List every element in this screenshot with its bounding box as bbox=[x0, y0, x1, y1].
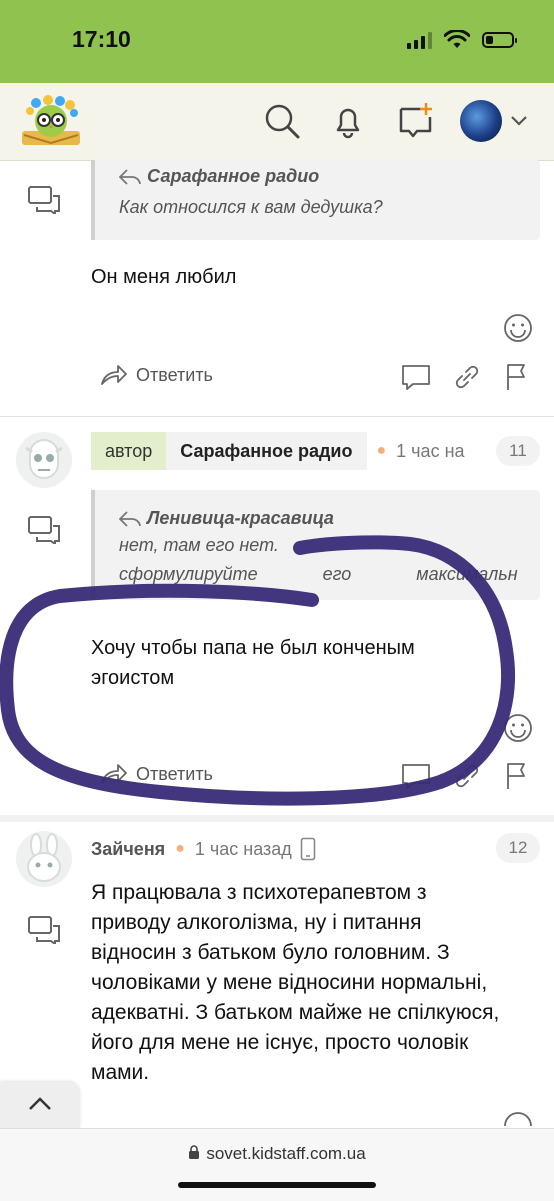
separator-dot: ● bbox=[376, 442, 387, 459]
comment-icon bbox=[28, 916, 60, 944]
bell-icon[interactable] bbox=[328, 101, 368, 141]
emoji-reaction-icon[interactable] bbox=[503, 713, 533, 743]
comment-bubble-icon[interactable] bbox=[401, 761, 431, 791]
comment-text-line: чоловіками у мене відносини нормальні, bbox=[91, 971, 488, 994]
comment-time: 1 час назад bbox=[194, 838, 292, 859]
divider bbox=[0, 416, 554, 417]
bunny-avatar-icon bbox=[18, 833, 70, 885]
emoji-reaction-icon[interactable] bbox=[503, 1106, 533, 1128]
quote-author-name: Сарафанное радио bbox=[147, 166, 320, 186]
quote-block: Ленивица-красавица нет, там его нет. сфо… bbox=[91, 490, 540, 600]
status-time: 17:10 bbox=[72, 26, 131, 52]
comment-text-line: його для мене не існує, просто чоловік bbox=[91, 1031, 469, 1054]
quote-line-2: сформулируйте его максимальн bbox=[119, 564, 518, 584]
comment-text: Он меня любил bbox=[91, 266, 237, 288]
battery-fill bbox=[486, 36, 494, 44]
reply-icon bbox=[101, 764, 127, 784]
wifi-icon bbox=[444, 30, 470, 48]
browser-url-bar[interactable]: sovet.kidstaff.com.ua bbox=[0, 1128, 554, 1201]
chevron-up-icon bbox=[29, 1097, 51, 1110]
separator-dot: ● bbox=[175, 840, 185, 857]
comment-meta: автор Сарафанное радио ● 1 час на bbox=[91, 432, 465, 470]
author-tag: автор bbox=[91, 432, 167, 470]
reply-label: Ответить bbox=[136, 763, 213, 784]
reply-arrow-icon bbox=[119, 168, 141, 185]
kidstaff-logo[interactable] bbox=[18, 91, 84, 151]
comment-text-line: адекватні. З батьком майже не спілкуюся, bbox=[91, 1001, 500, 1024]
link-icon[interactable] bbox=[452, 761, 482, 791]
quote-line-1: нет, там его нет. bbox=[119, 535, 279, 555]
comment-icon bbox=[28, 186, 60, 214]
comment-text: Я працювала з психотерапевтом з приводу … bbox=[91, 878, 541, 1088]
comment-icon bbox=[28, 516, 60, 544]
avatar[interactable] bbox=[460, 100, 502, 142]
comment-text-line-2: эгоистом bbox=[91, 667, 175, 689]
url-text: sovet.kidstaff.com.ua bbox=[206, 1144, 366, 1163]
report-flag-icon[interactable] bbox=[503, 761, 533, 791]
reply-icon bbox=[101, 365, 127, 385]
default-avatar-icon bbox=[18, 434, 70, 486]
status-icons bbox=[407, 30, 517, 50]
scroll-to-top-button[interactable] bbox=[0, 1082, 80, 1128]
quote-block: Сарафанное радио Как относился к вам дед… bbox=[91, 160, 540, 240]
comment-number-badge[interactable]: 11 bbox=[496, 436, 540, 466]
reply-label: Ответить bbox=[136, 364, 213, 385]
comment-meta: Зайченя ● 1 час назад bbox=[91, 830, 316, 868]
link-icon[interactable] bbox=[452, 362, 482, 392]
mobile-device-icon bbox=[300, 837, 316, 861]
comment-number-badge[interactable]: 12 bbox=[496, 833, 540, 863]
quote-author-name: Ленивица-красавица bbox=[147, 508, 334, 528]
lock-icon bbox=[189, 1145, 200, 1159]
quote-author[interactable]: Сарафанное радио bbox=[119, 166, 526, 187]
battery-icon bbox=[482, 32, 517, 48]
avatar[interactable] bbox=[16, 831, 72, 887]
emoji-reaction-icon[interactable] bbox=[503, 313, 533, 343]
user-name[interactable]: Зайченя bbox=[91, 839, 165, 860]
search-icon[interactable] bbox=[262, 101, 302, 141]
signal-icon bbox=[407, 31, 432, 49]
reply-button[interactable]: Ответить bbox=[100, 364, 213, 386]
comment-text-line: мами. bbox=[91, 1061, 150, 1084]
quote-text: Как относился к вам дедушка? bbox=[119, 197, 383, 217]
comment-text-line-1: Хочу чтобы папа не был конченым bbox=[91, 637, 415, 659]
comment-text-line: відносин з батьком було головним. З bbox=[91, 941, 450, 964]
comment-bubble-icon[interactable] bbox=[401, 362, 431, 392]
comment-text-line: Я працювала з психотерапевтом з bbox=[91, 881, 427, 904]
reply-arrow-icon bbox=[119, 510, 141, 527]
app-header bbox=[0, 83, 554, 161]
avatar[interactable] bbox=[16, 432, 72, 488]
divider bbox=[0, 815, 554, 822]
home-indicator bbox=[178, 1182, 376, 1188]
report-flag-icon[interactable] bbox=[503, 362, 533, 392]
new-message-icon[interactable] bbox=[396, 101, 436, 141]
comment-time: 1 час на bbox=[396, 440, 465, 461]
url-display[interactable]: sovet.kidstaff.com.ua bbox=[0, 1144, 554, 1164]
status-bar: 17:10 bbox=[0, 0, 554, 83]
user-name[interactable]: Сарафанное радио bbox=[166, 432, 367, 470]
quote-author[interactable]: Ленивица-красавица bbox=[119, 508, 526, 529]
reply-button[interactable]: Ответить bbox=[100, 763, 213, 785]
comment-text-line: приводу алкоголізма, ну і питання bbox=[91, 911, 422, 934]
chevron-down-icon[interactable] bbox=[510, 115, 528, 127]
profile-menu[interactable] bbox=[460, 100, 528, 142]
